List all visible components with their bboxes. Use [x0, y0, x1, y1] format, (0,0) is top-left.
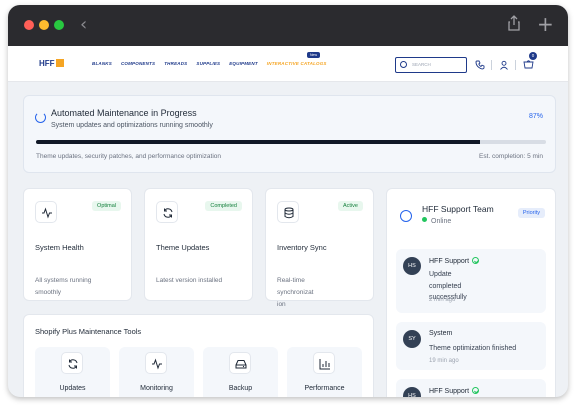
support-title: HFF Support Team [422, 204, 494, 214]
maintenance-subtitle: System updates and optimizations running… [51, 122, 213, 129]
tool-monitoring-button[interactable]: Monitoring [119, 347, 194, 397]
refresh-icon [61, 352, 83, 374]
site-header: HFF BLANKS COMPONENTS THREADS SUPPLIES E… [8, 46, 568, 82]
status-badge: Optimal [92, 201, 121, 211]
maximize-window-button[interactable] [54, 20, 64, 30]
menu-item-threads[interactable]: THREADS [164, 61, 187, 66]
message-sender: HFF Support [429, 257, 480, 265]
message-sender: HFF Support [429, 387, 480, 395]
activity-icon [145, 352, 167, 374]
status-card-description: Latest version installed [156, 277, 223, 284]
back-arrow-icon[interactable]: ‹ [80, 14, 87, 35]
refresh-icon [156, 201, 178, 223]
maintenance-title: Automated Maintenance in Progress [51, 108, 197, 118]
main-menu: BLANKS COMPONENTS THREADS SUPPLIES EQUIP… [92, 61, 336, 66]
close-window-button[interactable] [24, 20, 34, 30]
status-card-title: Theme Updates [156, 243, 210, 252]
chat-message: HS HFF Support Update completed successful… [396, 249, 546, 313]
status-card-title: System Health [35, 243, 84, 252]
new-badge: New [307, 52, 321, 58]
logo-text: HFF [39, 59, 55, 68]
new-tab-icon[interactable]: + [537, 12, 554, 36]
tool-performance-button[interactable]: Performance [287, 347, 362, 397]
priority-badge: Priority [517, 208, 545, 218]
progress-percent: 87% [528, 113, 543, 120]
status-card-description: Real-time synchronizat ion [277, 277, 314, 308]
search-icon [400, 61, 407, 68]
hard-drive-icon [229, 352, 251, 374]
maintenance-tools-panel: Shopify Plus Maintenance Tools Updates M… [23, 314, 374, 397]
avatar: HS [403, 257, 421, 275]
menu-item-equipment[interactable]: EQUIPMENT [229, 61, 258, 66]
database-icon [277, 201, 299, 223]
chat-message: SY System Theme optimization finished 19… [396, 322, 546, 370]
search-placeholder: SEARCH [412, 62, 431, 67]
online-dot-icon [422, 217, 427, 222]
minimize-window-button[interactable] [39, 20, 49, 30]
tool-label: Backup [228, 385, 253, 392]
maintenance-footer: Theme updates, security patches, and per… [36, 153, 221, 160]
verified-check-icon [472, 257, 480, 264]
status-badge: Active [338, 201, 363, 211]
progress-bar [36, 140, 546, 144]
maintenance-progress-panel: Automated Maintenance in Progress System… [23, 95, 556, 173]
tool-backup-button[interactable]: Backup [203, 347, 278, 397]
avatar: HS [403, 387, 421, 397]
tool-label: Performance [304, 385, 345, 392]
status-card-description: All systems running smoothly [35, 277, 92, 296]
phone-icon[interactable] [475, 60, 485, 73]
status-card-system-health[interactable]: Optimal System Health All systems runnin… [23, 188, 132, 301]
status-card-title: Inventory Sync [277, 243, 327, 252]
status-card-theme-updates[interactable]: Completed Theme Updates Latest version i… [144, 188, 253, 301]
avatar: SY [403, 330, 421, 348]
status-card-inventory-sync[interactable]: Active Inventory Sync Real-time synchroni… [265, 188, 374, 308]
message-time: 19 min ago [429, 358, 459, 364]
search-input[interactable]: SEARCH [395, 57, 467, 73]
tool-updates-button[interactable]: Updates [35, 347, 110, 397]
share-icon[interactable] [508, 15, 520, 36]
logo-mark-icon [55, 59, 64, 67]
progress-bar-fill [36, 140, 480, 144]
message-time: 2 min ago [429, 297, 456, 303]
header-divider [491, 60, 492, 70]
online-status: Online [422, 217, 451, 225]
menu-item-supplies[interactable]: SUPPLIES [196, 61, 220, 66]
browser-window: ‹ + HFF BLANKS COMPONENTS THREADS SUPPLI… [8, 5, 568, 397]
menu-item-blanks[interactable]: BLANKS [92, 61, 112, 66]
menu-item-components[interactable]: COMPONENTS [121, 61, 155, 66]
browser-titlebar: ‹ + [8, 5, 568, 46]
activity-icon [35, 201, 57, 223]
completion-estimate: Est. completion: 5 min [479, 153, 543, 160]
bar-chart-icon [313, 352, 335, 374]
user-icon[interactable] [499, 60, 509, 73]
menu-item-interactive-catalogs[interactable]: INTERACTIVE CATALOGS [267, 61, 327, 66]
verified-check-icon [472, 387, 480, 394]
site-logo[interactable]: HFF [39, 59, 64, 68]
tool-label: Monitoring [140, 385, 173, 392]
header-divider [515, 60, 516, 70]
chat-message: HS HFF Support [396, 379, 546, 397]
tools-title: Shopify Plus Maintenance Tools [35, 327, 142, 336]
cart-count-badge: 0 [529, 52, 537, 60]
tool-label: Updates [59, 385, 86, 392]
loading-spinner-icon [35, 112, 46, 123]
message-sender: System [429, 330, 453, 337]
chat-bubble-icon [400, 210, 412, 222]
status-badge: Completed [205, 201, 242, 211]
message-text: Theme optimization finished [429, 345, 517, 352]
support-chat-panel: HFF Support Team Online Priority HS HFF … [386, 188, 556, 397]
cart-icon[interactable] [523, 60, 534, 73]
